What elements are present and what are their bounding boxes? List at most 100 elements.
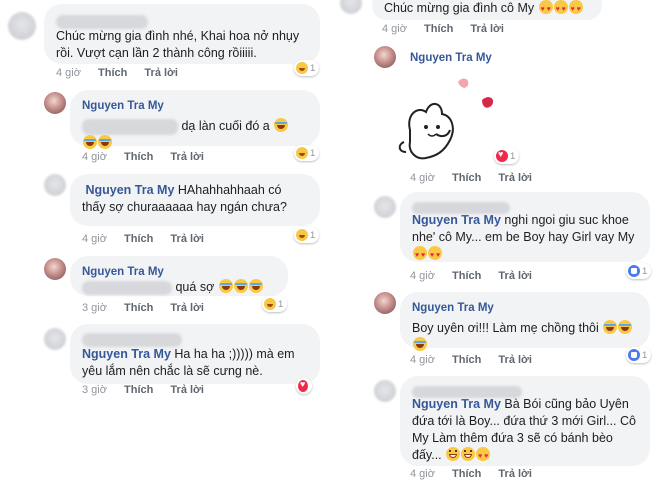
- reply-link[interactable]: Trả lời: [470, 23, 504, 35]
- like-link[interactable]: Thích: [124, 302, 153, 314]
- floating-heart-icon: [482, 97, 494, 108]
- comment-text-line: Nguyen Tra My Ha ha ha ;))))) mà em yêu …: [82, 346, 308, 380]
- reaction-count[interactable]: 1: [294, 145, 320, 161]
- reply-link[interactable]: Trả lời: [170, 384, 204, 396]
- commenter-avatar[interactable]: [340, 0, 362, 14]
- heart-eyes-emoji: [428, 246, 442, 264]
- comment-time[interactable]: 4 giờ: [410, 354, 435, 366]
- blurred-commenter-name[interactable]: [412, 199, 638, 214]
- comment-text: Boy uyên ơi!!! Làm mẹ chồng thôi: [412, 321, 599, 335]
- reply-link[interactable]: Trả lời: [498, 270, 532, 282]
- heart-eyes-emoji: [553, 0, 568, 18]
- commenter-name[interactable]: Nguyen Tra My: [82, 264, 276, 278]
- comment-time[interactable]: 4 giờ: [82, 233, 107, 245]
- commenter-avatar[interactable]: [374, 196, 396, 218]
- comment-time[interactable]: 4 giờ: [82, 151, 107, 163]
- heart-eyes-emoji: [568, 0, 583, 18]
- like-link[interactable]: Thích: [124, 151, 153, 163]
- comment-bubble: Nguyen Tra My dạ làn cuối đó a: [70, 90, 320, 149]
- commenter-name[interactable]: Nguyen Tra My: [412, 213, 501, 227]
- reaction-count[interactable]: 1: [626, 263, 652, 279]
- laughing-emoji: [413, 337, 427, 351]
- laughing-emoji: [233, 279, 248, 293]
- love-reaction-icon: [496, 149, 508, 162]
- reaction-icon-badge[interactable]: [296, 378, 312, 394]
- like-reaction-icon: [628, 349, 640, 361]
- grinning-emoji: [446, 447, 461, 461]
- comment-actions: 4 giờ Thích Trả lời: [82, 151, 218, 163]
- love-reaction-icon: [298, 379, 308, 392]
- reply-link[interactable]: Trả lời: [170, 233, 204, 245]
- like-link[interactable]: Thích: [124, 233, 153, 245]
- laughing-emoji: [218, 279, 233, 293]
- right-comment-column: Chúc mừng gia đình cô My 4 giờ Thích Trả…: [330, 0, 660, 480]
- comment-actions: 4 giờ Thích Trả lời: [410, 172, 546, 184]
- nguyen-tra-my-avatar[interactable]: [44, 92, 66, 114]
- laughing-emoji: [98, 135, 112, 149]
- blurred-tagged-name[interactable]: [82, 118, 178, 135]
- comment-time[interactable]: 4 giờ: [410, 270, 435, 282]
- comment-actions: 4 giờ Thích Trả lời: [410, 270, 546, 282]
- commenter-name[interactable]: Nguyen Tra My: [410, 52, 492, 64]
- reaction-count[interactable]: 1: [626, 347, 652, 363]
- comment-text: Chúc mừng gia đình nhé, Khai hoa nở nhụy…: [56, 29, 300, 60]
- reaction-count[interactable]: 1: [494, 148, 520, 164]
- blurred-tagged-name[interactable]: [82, 280, 172, 295]
- reply-link[interactable]: Trả lời: [498, 172, 532, 184]
- reaction-count[interactable]: 1: [294, 60, 320, 76]
- grinning-emoji: [461, 447, 476, 461]
- like-link[interactable]: Thích: [452, 354, 481, 366]
- comment-bubble: Chúc mừng gia đình nhé, Khai hoa nở nhụy…: [44, 4, 320, 64]
- commenter-avatar[interactable]: [44, 328, 66, 350]
- reply-link[interactable]: Trả lời: [170, 302, 204, 314]
- haha-reaction-icon: [296, 147, 308, 159]
- like-link[interactable]: Thích: [424, 23, 453, 35]
- comment-time[interactable]: 3 giờ: [82, 384, 107, 396]
- laughing-emoji: [274, 118, 289, 132]
- heart-eyes-emoji: [413, 246, 427, 264]
- comment-actions: 4 giờ Thích Trả lời: [56, 67, 192, 79]
- like-link[interactable]: Thích: [452, 172, 481, 184]
- comment-time[interactable]: 4 giờ: [410, 468, 435, 480]
- left-comment-column: Chúc mừng gia đình nhé, Khai hoa nở nhụy…: [0, 0, 330, 480]
- reply-link[interactable]: Trả lời: [498, 468, 532, 480]
- blurred-commenter-name[interactable]: [56, 13, 308, 29]
- comment-actions: 3 giờ Thích Trả lời: [82, 302, 218, 314]
- like-link[interactable]: Thích: [452, 468, 481, 480]
- comment-bubble: Nguyen Tra My quá sợ: [70, 256, 288, 296]
- laughing-emoji: [618, 320, 633, 334]
- comment-time[interactable]: 4 giờ: [382, 23, 407, 35]
- comment-actions: 4 giờ Thích Trả lời: [410, 354, 546, 366]
- commenter-name[interactable]: Nguyen Tra My: [85, 183, 174, 197]
- comment-time[interactable]: 4 giờ: [410, 172, 435, 184]
- blurred-commenter-name[interactable]: [412, 383, 638, 398]
- blurred-commenter-name[interactable]: [82, 331, 308, 347]
- reaction-count[interactable]: 1: [262, 296, 288, 312]
- comment-bubble: Nguyen Tra My Ha ha ha ;))))) mà em yêu …: [70, 324, 320, 384]
- commenter-name[interactable]: Nguyen Tra My: [412, 300, 638, 317]
- commenter-avatar[interactable]: [44, 174, 66, 196]
- reply-link[interactable]: Trả lời: [144, 67, 178, 79]
- reaction-count[interactable]: 1: [294, 227, 320, 243]
- comment-time[interactable]: 4 giờ: [56, 67, 81, 79]
- like-link[interactable]: Thích: [98, 67, 127, 79]
- like-link[interactable]: Thích: [452, 270, 481, 282]
- comment-time[interactable]: 3 giờ: [82, 302, 107, 314]
- reply-link[interactable]: Trả lời: [498, 354, 532, 366]
- nguyen-tra-my-avatar[interactable]: [374, 292, 396, 314]
- commenter-name[interactable]: Nguyen Tra My: [82, 98, 308, 115]
- commenter-name[interactable]: Nguyen Tra My: [412, 397, 501, 411]
- commenter-avatar[interactable]: [374, 380, 396, 402]
- comment-actions: 4 giờ Thích Trả lời: [82, 233, 218, 245]
- emoji-row: [82, 135, 308, 152]
- reply-link[interactable]: Trả lời: [170, 151, 204, 163]
- like-link[interactable]: Thích: [124, 384, 153, 396]
- commenter-name[interactable]: Nguyen Tra My: [82, 347, 171, 361]
- laughing-emoji: [603, 320, 618, 334]
- heart-eyes-emoji: [538, 0, 553, 18]
- comment-text-line: dạ làn cuối đó a: [82, 118, 308, 135]
- nguyen-tra-my-avatar[interactable]: [374, 46, 396, 68]
- nguyen-tra-my-avatar[interactable]: [44, 258, 66, 280]
- comment-bubble: Chúc mừng gia đình cô My: [372, 0, 602, 20]
- commenter-avatar[interactable]: [8, 12, 36, 40]
